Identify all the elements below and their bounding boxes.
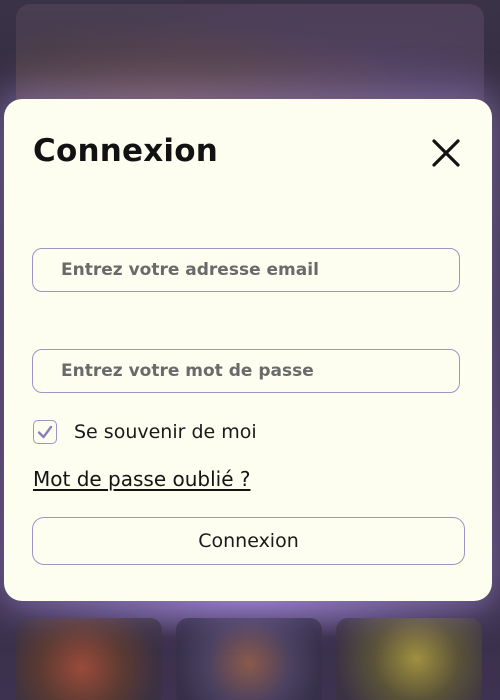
background-game-tile	[16, 618, 162, 700]
checkbox-box[interactable]	[33, 420, 57, 444]
password-field[interactable]	[32, 349, 460, 393]
login-modal: Connexion Se souvenir de moi Mot de pass…	[4, 99, 492, 601]
close-icon	[432, 139, 460, 167]
modal-title: Connexion	[33, 133, 218, 169]
forgot-password-link[interactable]: Mot de passe oublié ?	[33, 467, 251, 491]
close-button[interactable]	[426, 133, 466, 173]
remember-me-label: Se souvenir de moi	[74, 421, 257, 443]
check-icon	[37, 425, 53, 439]
remember-me-checkbox[interactable]: Se souvenir de moi	[33, 420, 257, 444]
background-game-tile	[336, 618, 482, 700]
background-game-tile	[176, 618, 322, 700]
login-submit-button[interactable]: Connexion	[32, 517, 465, 565]
email-field[interactable]	[32, 248, 460, 292]
